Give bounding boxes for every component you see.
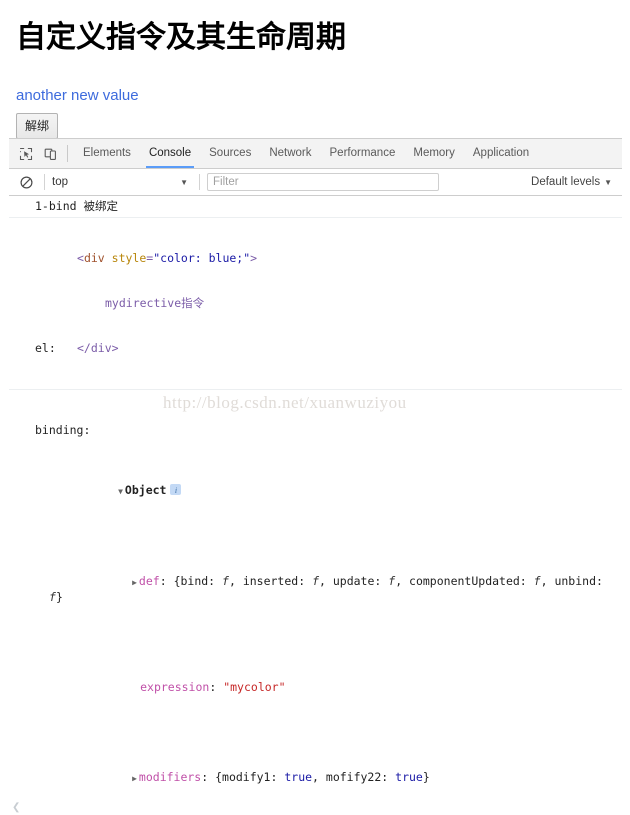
page-title: 自定义指令及其生命周期 <box>16 21 346 54</box>
filterbar-divider-2 <box>199 174 200 190</box>
log-levels-selector[interactable]: Default levels ▼ <box>531 176 622 188</box>
context-selector-label: top <box>52 176 68 188</box>
el-spacer-1 <box>35 251 77 266</box>
chevron-down-icon-levels: ▼ <box>604 177 612 187</box>
tab-network[interactable]: Network <box>260 139 320 168</box>
devtools-panel: Elements Console Sources Network Perform… <box>9 138 622 815</box>
console-filter-bar: top ▼ Default levels ▼ <box>9 169 622 196</box>
demo-app-area: 自定义指令及其生命周期 another new value 解绑 <box>0 0 630 139</box>
bind-header-text: 1-bind 被绑定 <box>35 199 118 213</box>
prop-def[interactable]: ▶ def: {bind: f, inserted: f, update: f, … <box>35 559 616 620</box>
expand-triangle-down-icon[interactable]: ▼ <box>118 487 123 496</box>
tab-sources[interactable]: Sources <box>200 139 260 168</box>
binding-label: binding: <box>35 423 91 437</box>
context-selector[interactable]: top ▼ <box>52 176 192 188</box>
unbind-button[interactable]: 解绑 <box>16 112 59 139</box>
el-label: el: <box>35 341 56 355</box>
tab-performance[interactable]: Performance <box>321 139 405 168</box>
console-row-el: <div style="color: blue;"> mydirective指令… <box>9 218 622 390</box>
page-root: 自定义指令及其生命周期 another new value 解绑 Element… <box>0 0 630 815</box>
info-badge-icon[interactable] <box>170 483 182 498</box>
binding-object-header[interactable]: ▼ Object <box>35 468 616 514</box>
el-spacer-2 <box>35 296 77 311</box>
expand-triangle-right-icon-modifiers[interactable]: ▶ <box>132 774 137 783</box>
console-prompt-caret[interactable]: ❮ <box>12 802 20 813</box>
el-close-tag: </div> <box>77 341 119 355</box>
inspect-element-icon[interactable] <box>13 141 38 167</box>
console-log-list: 1-bind 被绑定 <div style="color: blue;"> my… <box>9 196 622 815</box>
devtools-tabbar: Elements Console Sources Network Perform… <box>9 139 622 169</box>
filter-input[interactable] <box>207 173 439 191</box>
tab-console[interactable]: Console <box>140 139 200 168</box>
el-block: <div style="color: blue;"> mydirective指令… <box>9 221 616 386</box>
tab-application[interactable]: Application <box>464 139 538 168</box>
expand-triangle-right-icon-def[interactable]: ▶ <box>132 578 137 587</box>
el-text-node: mydirective指令 <box>105 296 205 310</box>
object-label: Object <box>124 483 167 497</box>
device-toolbar-icon[interactable] <box>38 141 63 167</box>
filterbar-divider-1 <box>44 174 45 190</box>
el-line-3: el: </div> <box>35 341 616 356</box>
console-row-binding: binding: ▼Object ▶def: {bind: f, inserte… <box>9 390 622 815</box>
prop-expression: expression: "mycolor" <box>140 680 286 694</box>
tab-memory[interactable]: Memory <box>404 139 464 168</box>
directive-output-text: another new value <box>16 87 139 104</box>
binding-block: binding: ▼Object ▶def: {bind: f, inserte… <box>9 393 616 815</box>
el-line-2: mydirective指令 <box>35 296 616 311</box>
clear-console-icon[interactable] <box>15 171 37 193</box>
tab-elements[interactable]: Elements <box>74 139 140 168</box>
log-levels-label: Default levels <box>531 176 601 188</box>
el-line-1: <div style="color: blue;"> <box>35 251 616 266</box>
chevron-down-icon: ▼ <box>180 177 188 187</box>
el-open-tag: <div style="color: blue;"> <box>77 251 258 265</box>
prop-modifiers[interactable]: ▶ modifiers: {modify1: true, mofify22: tr… <box>35 755 616 801</box>
toolbar-divider <box>67 145 68 162</box>
console-row-bind-header: 1-bind 被绑定 <box>9 196 622 218</box>
modifiers-value: {modify1: true, mofify22: true} <box>215 770 430 784</box>
